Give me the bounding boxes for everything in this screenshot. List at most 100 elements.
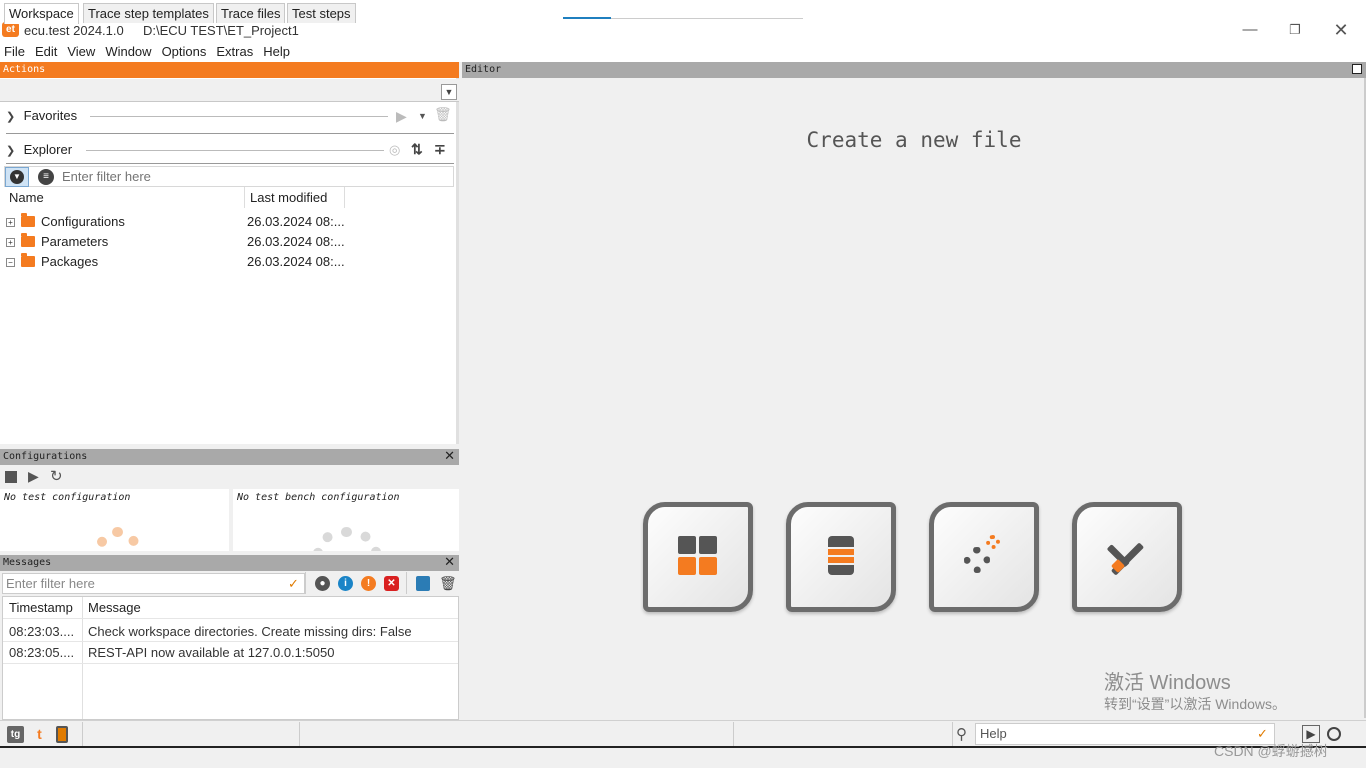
explorer-filter-input[interactable] (58, 167, 453, 186)
new-configuration-tile[interactable] (929, 502, 1039, 612)
package-icon (678, 536, 718, 578)
close-icon[interactable]: ✕ (444, 555, 455, 571)
close-icon[interactable]: ✕ (444, 449, 455, 465)
tab-test-steps[interactable]: Test steps (287, 3, 356, 23)
device-icon[interactable] (56, 726, 68, 743)
reload-icon[interactable]: ↻ (50, 467, 63, 485)
gear-icon (95, 527, 141, 551)
tms-icon[interactable]: t (31, 726, 48, 743)
close-icon[interactable]: ✕ (1326, 18, 1356, 42)
warning-filter-icon[interactable]: ! (361, 576, 376, 591)
play-icon[interactable]: ▶ (28, 468, 39, 485)
folder-icon (21, 213, 35, 227)
explorer-label: Explorer (23, 142, 73, 157)
stop-icon[interactable] (5, 471, 17, 483)
trash-icon[interactable]: 🗑 (434, 106, 452, 122)
project-path: D:\ECU TEST\ET_Project1 (143, 23, 299, 38)
status-divider (299, 722, 300, 746)
chevron-down-icon: ❯ (6, 145, 16, 157)
menu-extras[interactable]: Extras (212, 42, 257, 62)
windows-activation-hint: 转到“设置”以激活 Windows。 (1104, 696, 1287, 712)
editor-area (462, 78, 1366, 718)
explorer-separator (6, 163, 454, 164)
tree-item-label: Configurations (41, 214, 125, 229)
configurations-toolbar: ▶ ↻ (0, 465, 459, 489)
test-bench-configuration-text: No test bench configuration (237, 492, 400, 503)
checklist-icon[interactable]: ✓ (1257, 726, 1268, 742)
restore-icon[interactable]: ❐ (1280, 18, 1310, 42)
column-header-timestamp[interactable]: Timestamp (3, 597, 82, 618)
filter-funnel-icon: ▼ (10, 170, 24, 184)
status-divider (733, 722, 734, 746)
collapse-all-icon[interactable]: ∓ (434, 141, 446, 158)
tree-item-label: Packages (41, 254, 99, 269)
new-tool-tile[interactable] (1072, 502, 1182, 612)
menu-options[interactable]: Options (158, 42, 211, 62)
checklist-icon[interactable]: ✓ (288, 576, 299, 592)
menu-window[interactable]: Window (101, 42, 155, 62)
debug-filter-icon[interactable]: ● (315, 576, 330, 591)
tree-item-label: Parameters (41, 234, 109, 249)
parameter-icon (828, 536, 854, 578)
tab-trace-step-templates[interactable]: Trace step templates (83, 3, 214, 23)
tree-item-date: 26.03.2024 08:... (247, 214, 345, 229)
message-text: Check workspace directories. Create miss… (88, 624, 412, 639)
favorites-label: Favorites (23, 108, 78, 123)
trash-icon[interactable]: 🗑 (439, 575, 457, 592)
favorites-separator (6, 133, 454, 134)
locate-icon[interactable]: ◎ (389, 142, 400, 158)
actions-tabbar (0, 79, 459, 102)
test-configuration-box[interactable]: No test configuration (0, 489, 229, 551)
gears-icon (313, 527, 381, 551)
new-package-tile[interactable] (643, 502, 753, 612)
tab-workspace[interactable]: Workspace (4, 3, 79, 24)
new-parameter-tile[interactable] (786, 502, 896, 612)
column-header-message[interactable]: Message (82, 597, 458, 618)
toolbar-divider (406, 572, 407, 594)
message-timestamp: 08:23:03.... (9, 624, 75, 639)
test-bench-configuration-box[interactable]: No test bench configuration (233, 489, 459, 551)
error-filter-icon[interactable]: ✕ (384, 576, 399, 591)
windows-activation-watermark: 激活 Windows (1104, 672, 1231, 694)
expand-plus-icon[interactable]: + (6, 238, 15, 247)
message-timestamp: 08:23:05.... (9, 645, 75, 660)
expand-all-icon[interactable]: ⇅ (411, 141, 423, 158)
expand-plus-icon[interactable]: + (6, 218, 15, 227)
tree-item-packages[interactable]: − Packages 26.03.2024 08:... (6, 252, 446, 272)
messages-filter-input[interactable]: Enter filter here (2, 573, 305, 594)
filter-toggle-button[interactable]: ▼ (5, 167, 29, 187)
column-header-name[interactable]: Name (4, 187, 245, 208)
window-title: ecu.test 2024.1.0 (24, 23, 124, 38)
tree-item-parameters[interactable]: + Parameters 26.03.2024 08:... (6, 232, 446, 252)
menu-view[interactable]: View (63, 42, 99, 62)
info-filter-icon[interactable]: i (338, 576, 353, 591)
play-icon[interactable]: ▶ (396, 108, 407, 125)
status-divider (82, 722, 83, 746)
test-configuration-text: No test configuration (4, 492, 131, 503)
column-header-last-modified[interactable]: Last modified (245, 187, 345, 208)
configuration-gears-icon (964, 535, 1004, 579)
menu-edit[interactable]: Edit (31, 42, 61, 62)
row-divider (3, 618, 458, 619)
row-divider (3, 663, 458, 664)
record-icon[interactable] (1327, 727, 1341, 741)
tab-trace-files[interactable]: Trace files (216, 3, 286, 23)
maximize-icon[interactable] (1352, 64, 1362, 74)
clear-filter-icon[interactable]: ≡ (38, 169, 54, 185)
minimize-icon[interactable]: — (1235, 18, 1265, 42)
tree-item-configurations[interactable]: + Configurations 26.03.2024 08:... (6, 212, 446, 232)
menu-file[interactable]: File (0, 42, 29, 62)
configurations-header: Configurations ✕ (0, 449, 459, 465)
collapse-minus-icon[interactable]: − (6, 258, 15, 267)
lock-icon[interactable] (416, 576, 430, 591)
search-icon[interactable]: ⚲ (956, 725, 967, 743)
actions-panel-header: Actions (0, 62, 459, 78)
messages-title: Messages (3, 557, 52, 568)
chevron-down-icon[interactable]: ▼ (418, 111, 427, 121)
messages-table: Timestamp Message 08:23:03.... Check wor… (2, 596, 459, 720)
menu-bar: File Edit View Window Options Extras Hel… (0, 42, 1366, 62)
tab-list-dropdown[interactable]: ▼ (441, 84, 457, 100)
menu-help[interactable]: Help (259, 42, 294, 62)
favorites-divider (90, 116, 388, 117)
tg-icon[interactable]: tg (7, 726, 24, 743)
